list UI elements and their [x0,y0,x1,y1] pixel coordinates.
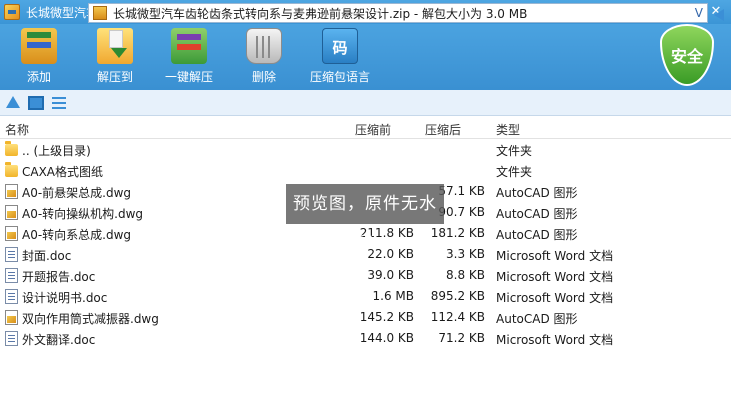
file-name: 封面.doc [22,249,72,263]
archive-icon [4,4,20,20]
zip-icon [93,6,107,20]
word-doc-icon [5,289,18,304]
address-bar [0,90,731,116]
column-size[interactable]: 压缩前 [355,121,391,138]
folder-icon [5,162,18,177]
file-type: AutoCAD 图形 [496,186,578,200]
file-size: 39.0 KB [367,268,414,282]
shield-icon: 安全 [660,24,714,86]
word-doc-icon [5,247,18,262]
file-packed-size: 3.3 KB [446,247,485,261]
dwg-file-icon [5,184,18,199]
back-arrow-icon[interactable] [712,5,728,21]
encode-label: 压缩包语言 [309,70,370,84]
file-name: .. (上级目录) [22,144,91,158]
file-name: 双向作用筒式减振器.dwg [22,312,159,326]
table-row[interactable]: .. (上级目录) 文件夹 [0,139,731,160]
file-name: A0-前悬架总成.dwg [22,186,132,200]
file-type: Microsoft Word 文档 [496,291,614,305]
file-name: A0-转向操纵机构.dwg [22,207,144,221]
extract-label: 解压到 [96,70,133,84]
column-name[interactable]: 名称 [5,121,29,138]
file-type: Microsoft Word 文档 [496,333,614,347]
trash-icon [246,28,282,64]
file-type: AutoCAD 图形 [496,312,578,326]
file-name: 设计说明书.doc [22,291,108,305]
path-dropdown-icon[interactable]: V [695,4,703,22]
extract-to-button[interactable]: 解压到 [80,28,150,85]
column-packed[interactable]: 压缩后 [425,121,461,138]
file-packed-size: 8.8 KB [446,268,485,282]
file-size: 145.2 KB [359,310,414,324]
file-type: Microsoft Word 文档 [496,270,614,284]
file-type: AutoCAD 图形 [496,228,578,242]
up-arrow-icon[interactable] [4,95,22,111]
file-name: 外文翻译.doc [22,333,96,347]
add-label: 添加 [26,70,51,84]
file-type: 文件夹 [496,144,533,158]
word-doc-icon [5,268,18,283]
list-view-icon[interactable] [50,95,68,111]
one-click-label: 一键解压 [164,70,213,84]
table-row[interactable]: CAXA格式图纸 文件夹 [0,160,731,181]
file-type: AutoCAD 图形 [496,207,578,221]
preview-watermark: 预览图，原件无水印 [286,184,444,254]
security-shield-button[interactable]: 安全 [660,24,718,90]
file-packed-size: 112.4 KB [430,310,485,324]
word-doc-icon [5,331,18,346]
shield-label: 安全 [670,47,703,66]
archive-path: 长城微型汽车齿轮齿条式转向系与麦弗逊前悬架设计.zip - 解包大小为 3.0 … [113,6,528,21]
table-row[interactable]: 外文翻译.doc 144.0 KB 71.2 KB Microsoft Word… [0,328,731,349]
file-size: 1.6 MB [372,289,414,303]
toolbar: 添加 解压到 一键解压 删除 压缩包语言 [0,24,731,90]
column-header: 名称 压缩前 压缩后 类型 [0,117,731,139]
encoding-icon [322,28,358,64]
archive-language-button[interactable]: 压缩包语言 [305,28,375,85]
file-packed-size: 895.2 KB [430,289,485,303]
add-button[interactable]: 添加 [4,28,74,85]
file-name: CAXA格式图纸 [22,165,104,179]
one-click-extract-button[interactable]: 一键解压 [154,28,224,85]
table-row[interactable]: 开题报告.doc 39.0 KB 8.8 KB Microsoft Word 文… [0,265,731,286]
delete-button[interactable]: 删除 [229,28,299,85]
file-packed-size: 71.2 KB [438,331,485,345]
column-type[interactable]: 类型 [496,121,520,138]
table-row[interactable]: 双向作用筒式减振器.dwg 145.2 KB 112.4 KB AutoCAD … [0,307,731,328]
file-type: 文件夹 [496,165,533,179]
dwg-file-icon [5,205,18,220]
folder-icon [5,141,18,156]
file-type: Microsoft Word 文档 [496,249,614,263]
delete-label: 删除 [251,70,276,84]
add-archive-icon [21,28,57,64]
thumbnail-view-icon[interactable] [28,95,44,110]
path-field[interactable]: 长城微型汽车齿轮齿条式转向系与麦弗逊前悬架设计.zip - 解包大小为 3.0 … [88,3,708,23]
file-packed-size: 181.2 KB [430,226,485,240]
dwg-file-icon [5,226,18,241]
file-size: 144.0 KB [359,331,414,345]
dwg-file-icon [5,310,18,325]
extract-folder-icon [97,28,133,64]
file-name: A0-转向系总成.dwg [22,228,132,242]
one-click-extract-icon [171,28,207,64]
table-row[interactable]: 设计说明书.doc 1.6 MB 895.2 KB Microsoft Word… [0,286,731,307]
file-name: 开题报告.doc [22,270,96,284]
